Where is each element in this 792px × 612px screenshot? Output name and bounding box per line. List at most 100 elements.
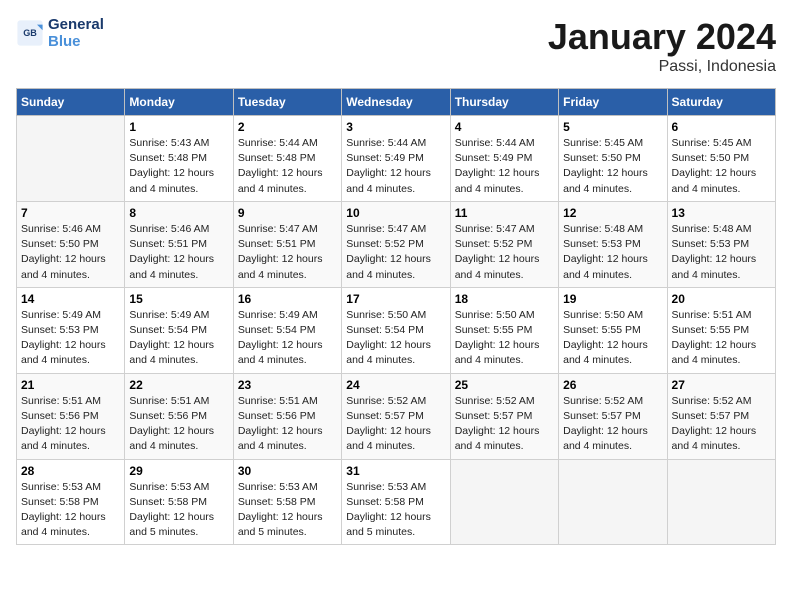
calendar-cell: 24 Sunrise: 5:52 AM Sunset: 5:57 PM Dayli… xyxy=(342,373,450,459)
calendar-cell: 4 Sunrise: 5:44 AM Sunset: 5:49 PM Daylig… xyxy=(450,116,558,202)
calendar-cell: 17 Sunrise: 5:50 AM Sunset: 5:54 PM Dayli… xyxy=(342,287,450,373)
day-number: 26 xyxy=(563,378,662,392)
day-info: Sunrise: 5:47 AM Sunset: 5:52 PM Dayligh… xyxy=(455,222,554,283)
day-info: Sunrise: 5:47 AM Sunset: 5:52 PM Dayligh… xyxy=(346,222,445,283)
day-info: Sunrise: 5:49 AM Sunset: 5:53 PM Dayligh… xyxy=(21,308,120,369)
svg-text:GB: GB xyxy=(23,28,37,38)
day-info: Sunrise: 5:51 AM Sunset: 5:55 PM Dayligh… xyxy=(672,308,771,369)
day-info: Sunrise: 5:53 AM Sunset: 5:58 PM Dayligh… xyxy=(129,480,228,541)
logo-icon: GB xyxy=(16,19,44,47)
calendar-cell: 10Sunrise: 5:47 AM Sunset: 5:52 PM Dayli… xyxy=(342,201,450,287)
calendar-cell: 1 Sunrise: 5:43 AM Sunset: 5:48 PM Daylig… xyxy=(125,116,233,202)
location-subtitle: Passi, Indonesia xyxy=(548,58,776,76)
day-number: 23 xyxy=(238,378,337,392)
day-info: Sunrise: 5:50 AM Sunset: 5:55 PM Dayligh… xyxy=(455,308,554,369)
calendar-cell xyxy=(450,459,558,545)
day-number: 13 xyxy=(672,206,771,220)
calendar-cell: 19Sunrise: 5:50 AM Sunset: 5:55 PM Dayli… xyxy=(559,287,667,373)
day-info: Sunrise: 5:51 AM Sunset: 5:56 PM Dayligh… xyxy=(238,394,337,455)
day-number: 22 xyxy=(129,378,228,392)
day-info: Sunrise: 5:44 AM Sunset: 5:49 PM Dayligh… xyxy=(346,136,445,197)
title-block: January 2024 Passi, Indonesia xyxy=(548,16,776,76)
calendar-week-3: 14 Sunrise: 5:49 AM Sunset: 5:53 PM Dayli… xyxy=(17,287,776,373)
calendar-cell: 20 Sunrise: 5:51 AM Sunset: 5:55 PM Dayli… xyxy=(667,287,775,373)
col-header-sunday: Sunday xyxy=(17,89,125,116)
col-header-monday: Monday xyxy=(125,89,233,116)
day-info: Sunrise: 5:45 AM Sunset: 5:50 PM Dayligh… xyxy=(672,136,771,197)
day-info: Sunrise: 5:51 AM Sunset: 5:56 PM Dayligh… xyxy=(21,394,120,455)
calendar-cell: 30 Sunrise: 5:53 AM Sunset: 5:58 PM Dayli… xyxy=(233,459,341,545)
day-number: 16 xyxy=(238,292,337,306)
calendar-cell: 9 Sunrise: 5:47 AM Sunset: 5:51 PM Daylig… xyxy=(233,201,341,287)
calendar-week-1: 1 Sunrise: 5:43 AM Sunset: 5:48 PM Daylig… xyxy=(17,116,776,202)
calendar-cell: 16Sunrise: 5:49 AM Sunset: 5:54 PM Dayli… xyxy=(233,287,341,373)
calendar-cell: 28Sunrise: 5:53 AM Sunset: 5:58 PM Dayli… xyxy=(17,459,125,545)
calendar-cell: 25 Sunrise: 5:52 AM Sunset: 5:57 PM Dayli… xyxy=(450,373,558,459)
day-number: 2 xyxy=(238,120,337,134)
calendar-header-row: SundayMondayTuesdayWednesdayThursdayFrid… xyxy=(17,89,776,116)
day-number: 17 xyxy=(346,292,445,306)
day-info: Sunrise: 5:45 AM Sunset: 5:50 PM Dayligh… xyxy=(563,136,662,197)
day-info: Sunrise: 5:52 AM Sunset: 5:57 PM Dayligh… xyxy=(346,394,445,455)
calendar-cell: 13Sunrise: 5:48 AM Sunset: 5:53 PM Dayli… xyxy=(667,201,775,287)
calendar-cell: 22 Sunrise: 5:51 AM Sunset: 5:56 PM Dayli… xyxy=(125,373,233,459)
day-number: 20 xyxy=(672,292,771,306)
col-header-saturday: Saturday xyxy=(667,89,775,116)
day-number: 3 xyxy=(346,120,445,134)
day-number: 11 xyxy=(455,206,554,220)
day-number: 30 xyxy=(238,464,337,478)
day-number: 29 xyxy=(129,464,228,478)
day-number: 9 xyxy=(238,206,337,220)
logo-text: General Blue xyxy=(48,16,104,50)
calendar-cell: 6 Sunrise: 5:45 AM Sunset: 5:50 PM Daylig… xyxy=(667,116,775,202)
day-number: 8 xyxy=(129,206,228,220)
day-info: Sunrise: 5:47 AM Sunset: 5:51 PM Dayligh… xyxy=(238,222,337,283)
day-number: 4 xyxy=(455,120,554,134)
day-number: 14 xyxy=(21,292,120,306)
col-header-wednesday: Wednesday xyxy=(342,89,450,116)
calendar-cell: 21 Sunrise: 5:51 AM Sunset: 5:56 PM Dayli… xyxy=(17,373,125,459)
day-info: Sunrise: 5:44 AM Sunset: 5:48 PM Dayligh… xyxy=(238,136,337,197)
day-info: Sunrise: 5:50 AM Sunset: 5:54 PM Dayligh… xyxy=(346,308,445,369)
day-number: 21 xyxy=(21,378,120,392)
calendar-cell: 29 Sunrise: 5:53 AM Sunset: 5:58 PM Dayli… xyxy=(125,459,233,545)
day-info: Sunrise: 5:48 AM Sunset: 5:53 PM Dayligh… xyxy=(563,222,662,283)
day-number: 24 xyxy=(346,378,445,392)
day-info: Sunrise: 5:49 AM Sunset: 5:54 PM Dayligh… xyxy=(129,308,228,369)
col-header-thursday: Thursday xyxy=(450,89,558,116)
day-info: Sunrise: 5:46 AM Sunset: 5:51 PM Dayligh… xyxy=(129,222,228,283)
calendar-cell: 14 Sunrise: 5:49 AM Sunset: 5:53 PM Dayli… xyxy=(17,287,125,373)
day-info: Sunrise: 5:53 AM Sunset: 5:58 PM Dayligh… xyxy=(238,480,337,541)
calendar-cell: 23 Sunrise: 5:51 AM Sunset: 5:56 PM Dayli… xyxy=(233,373,341,459)
day-info: Sunrise: 5:52 AM Sunset: 5:57 PM Dayligh… xyxy=(455,394,554,455)
calendar-cell: 15 Sunrise: 5:49 AM Sunset: 5:54 PM Dayli… xyxy=(125,287,233,373)
day-number: 15 xyxy=(129,292,228,306)
calendar-cell: 12 Sunrise: 5:48 AM Sunset: 5:53 PM Dayli… xyxy=(559,201,667,287)
calendar-cell xyxy=(667,459,775,545)
day-number: 12 xyxy=(563,206,662,220)
calendar-cell: 8 Sunrise: 5:46 AM Sunset: 5:51 PM Daylig… xyxy=(125,201,233,287)
day-number: 6 xyxy=(672,120,771,134)
day-info: Sunrise: 5:53 AM Sunset: 5:58 PM Dayligh… xyxy=(21,480,120,541)
calendar-cell: 26Sunrise: 5:52 AM Sunset: 5:57 PM Dayli… xyxy=(559,373,667,459)
day-info: Sunrise: 5:44 AM Sunset: 5:49 PM Dayligh… xyxy=(455,136,554,197)
logo: GB General Blue xyxy=(16,16,104,50)
calendar-cell: 31Sunrise: 5:53 AM Sunset: 5:58 PM Dayli… xyxy=(342,459,450,545)
calendar-week-4: 21 Sunrise: 5:51 AM Sunset: 5:56 PM Dayli… xyxy=(17,373,776,459)
day-number: 18 xyxy=(455,292,554,306)
calendar-week-5: 28Sunrise: 5:53 AM Sunset: 5:58 PM Dayli… xyxy=(17,459,776,545)
day-number: 19 xyxy=(563,292,662,306)
calendar-week-2: 7Sunrise: 5:46 AM Sunset: 5:50 PM Daylig… xyxy=(17,201,776,287)
day-info: Sunrise: 5:51 AM Sunset: 5:56 PM Dayligh… xyxy=(129,394,228,455)
day-info: Sunrise: 5:43 AM Sunset: 5:48 PM Dayligh… xyxy=(129,136,228,197)
page-header: GB General Blue January 2024 Passi, Indo… xyxy=(16,16,776,76)
day-number: 27 xyxy=(672,378,771,392)
day-number: 31 xyxy=(346,464,445,478)
calendar-cell: 5Sunrise: 5:45 AM Sunset: 5:50 PM Daylig… xyxy=(559,116,667,202)
col-header-tuesday: Tuesday xyxy=(233,89,341,116)
day-info: Sunrise: 5:46 AM Sunset: 5:50 PM Dayligh… xyxy=(21,222,120,283)
day-number: 25 xyxy=(455,378,554,392)
calendar-cell: 3 Sunrise: 5:44 AM Sunset: 5:49 PM Daylig… xyxy=(342,116,450,202)
day-number: 1 xyxy=(129,120,228,134)
calendar-cell: 27Sunrise: 5:52 AM Sunset: 5:57 PM Dayli… xyxy=(667,373,775,459)
